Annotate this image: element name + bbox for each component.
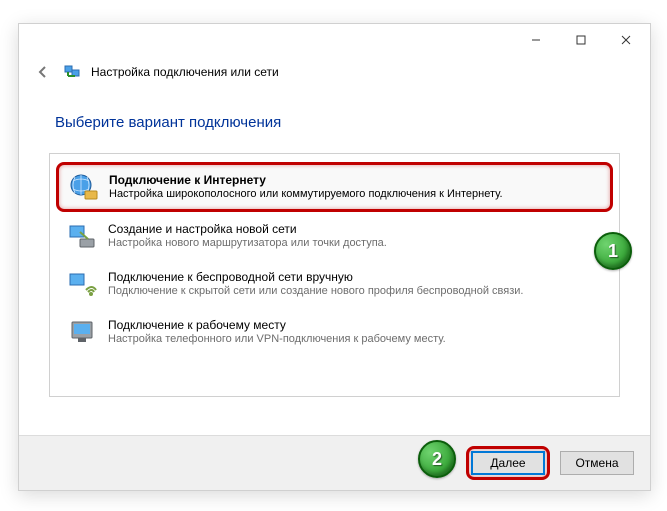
option-internet[interactable]: Подключение к Интернету Настройка широко… — [56, 162, 613, 212]
workplace-icon — [66, 316, 98, 348]
window-title: Настройка подключения или сети — [91, 65, 279, 79]
option-desc: Настройка нового маршрутизатора или точк… — [108, 237, 387, 249]
page-heading: Выберите вариант подключения — [55, 114, 620, 131]
option-title: Подключение к беспроводной сети вручную — [108, 270, 523, 284]
content-area: Выберите вариант подключения Подключение… — [19, 84, 650, 397]
annotation-bubble-2: 2 — [418, 440, 456, 478]
router-icon — [66, 220, 98, 252]
annotation-highlight-next: Далее — [466, 446, 550, 480]
option-wireless-manual[interactable]: Подключение к беспроводной сети вручную … — [56, 260, 613, 308]
next-button[interactable]: Далее — [471, 451, 545, 475]
option-desc: Настройка телефонного или VPN-подключени… — [108, 333, 446, 345]
titlebar — [19, 24, 650, 56]
back-button[interactable] — [33, 62, 53, 82]
option-text: Подключение к рабочему месту Настройка т… — [108, 316, 446, 345]
footer: Далее Отмена — [19, 435, 650, 490]
option-title: Создание и настройка новой сети — [108, 222, 387, 236]
option-text: Подключение к беспроводной сети вручную … — [108, 268, 523, 297]
option-title: Подключение к рабочему месту — [108, 318, 446, 332]
option-desc: Подключение к скрытой сети или создание … — [108, 285, 523, 297]
maximize-button[interactable] — [558, 25, 603, 55]
option-text: Создание и настройка новой сети Настройк… — [108, 220, 387, 249]
header: Настройка подключения или сети — [19, 56, 650, 84]
option-desc: Настройка широкополосного или коммутируе… — [109, 188, 503, 200]
options-list: Подключение к Интернету Настройка широко… — [49, 153, 620, 397]
annotation-bubble-1: 1 — [594, 232, 632, 270]
cancel-button[interactable]: Отмена — [560, 451, 634, 475]
minimize-button[interactable] — [513, 25, 558, 55]
network-wizard-icon — [63, 63, 81, 81]
wifi-manual-icon — [66, 268, 98, 300]
dialog-window: Настройка подключения или сети Выберите … — [18, 23, 651, 491]
option-title: Подключение к Интернету — [109, 173, 503, 187]
close-button[interactable] — [603, 25, 648, 55]
option-workplace[interactable]: Подключение к рабочему месту Настройка т… — [56, 308, 613, 356]
option-text: Подключение к Интернету Настройка широко… — [109, 171, 503, 200]
option-new-network[interactable]: Создание и настройка новой сети Настройк… — [56, 212, 613, 260]
globe-icon — [67, 171, 99, 203]
